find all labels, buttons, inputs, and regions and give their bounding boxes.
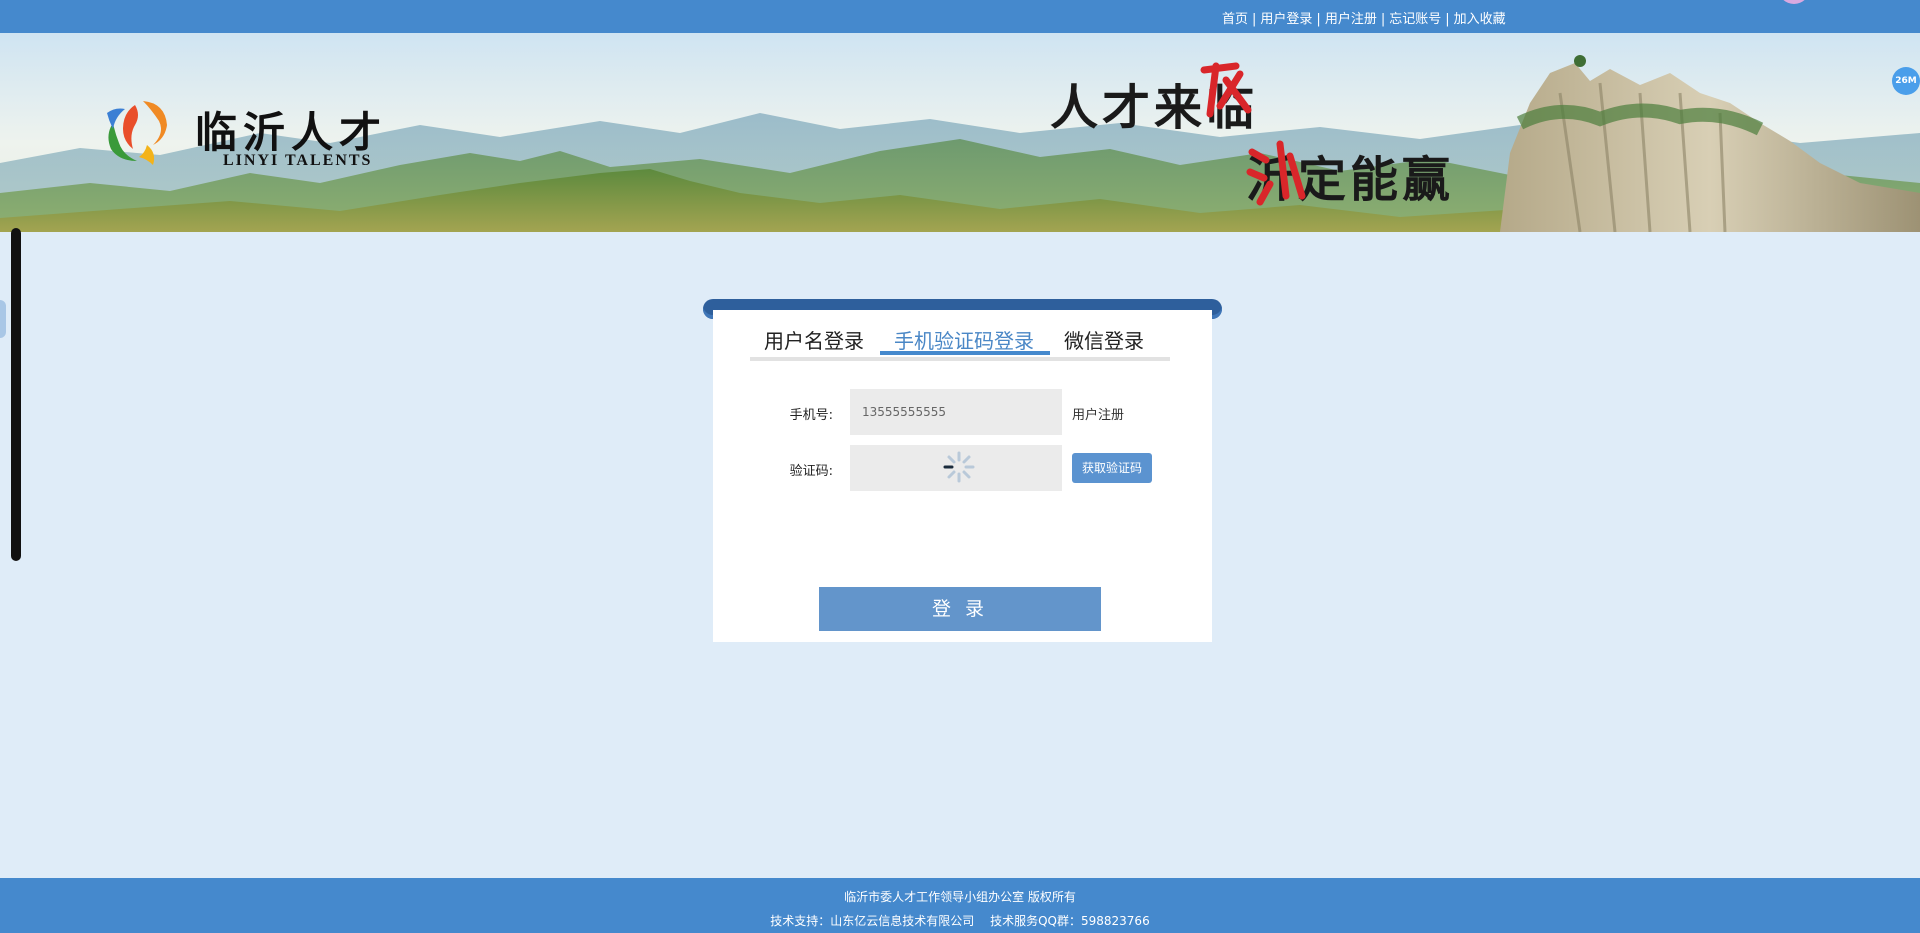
login-panel-top-edge [713,311,1212,321]
nav-separator: | [1445,12,1450,27]
floating-badge[interactable]: 26M [1892,67,1920,95]
avatar[interactable] [1778,0,1810,4]
slogan-red-accent [1196,60,1254,120]
top-bar: 首页 | 用户登录 | 用户注册 | 忘记账号 | 加入收藏 [0,0,1920,33]
code-label: 验证码: [789,464,833,479]
tab-username-login[interactable]: 用户名登录 [764,326,864,357]
logo-english-text: LINYI TALENTS [223,152,373,169]
site-logo[interactable]: 临沂人才 LINYI TALENTS [103,95,413,175]
nav-register-link[interactable]: 用户注册 [1325,12,1377,27]
logo-chinese-text: 临沂人才 [195,108,388,157]
nav-bookmark-link[interactable]: 加入收藏 [1454,12,1506,27]
loading-spinner-icon [942,450,976,484]
active-tab-indicator [880,351,1050,355]
scroll-handle[interactable] [11,228,21,561]
footer: 临沂市委人才工作领导小组办公室 版权所有 技术支持：山东亿云信息技术有限公司 技… [0,878,1920,933]
phone-label: 手机号: [789,408,833,423]
logo-emblem-icon [107,101,167,165]
register-link[interactable]: 用户注册 [1072,404,1124,423]
slogan-red-accent-2 [1246,136,1306,206]
login-submit-button[interactable]: 登 录 [819,587,1101,631]
nav-forgot-account-link[interactable]: 忘记账号 [1389,12,1441,27]
nav-separator: | [1380,12,1386,27]
footer-copyright: 临沂市委人才工作领导小组办公室 版权所有 [844,890,1076,904]
top-nav: 首页 | 用户登录 | 用户注册 | 忘记账号 | 加入收藏 [1222,8,1506,27]
tab-wechat-login[interactable]: 微信登录 [1064,326,1144,357]
nav-login-link[interactable]: 用户登录 [1260,12,1312,27]
nav-separator: | [1316,12,1321,27]
nav-separator: | [1252,12,1257,27]
side-panel-tab[interactable] [0,300,6,338]
phone-input-value: 13555555555 [862,405,946,419]
get-code-button[interactable]: 获取验证码 [1072,453,1152,483]
footer-tech-support: 技术支持：山东亿云信息技术有限公司 技术服务QQ群：598823766 [770,914,1150,928]
nav-home-link[interactable]: 首页 [1222,12,1248,27]
